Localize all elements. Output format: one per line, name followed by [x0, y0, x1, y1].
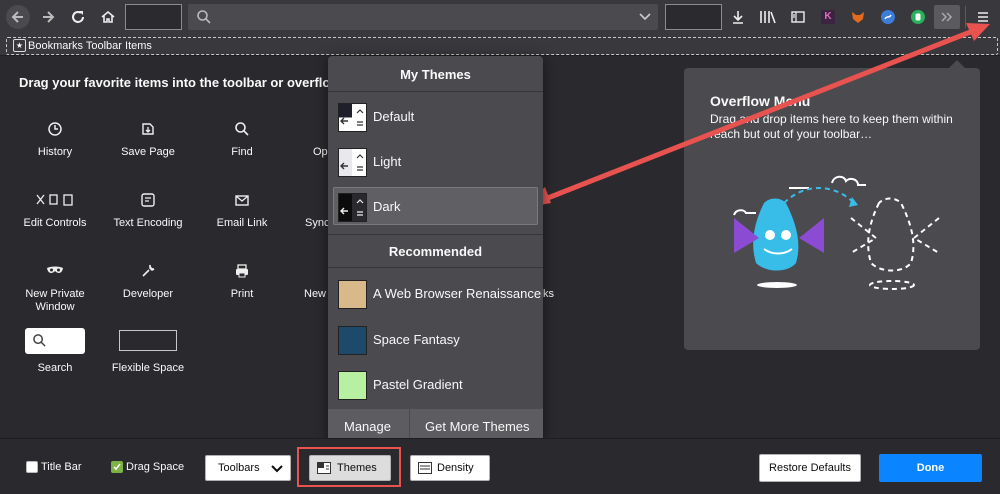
- theme-option-web-browser-renaissance[interactable]: A Web Browser Renaissance: [333, 274, 542, 312]
- theme-option-dark[interactable]: Dark: [333, 187, 538, 225]
- theme-label: Space Fantasy: [373, 332, 460, 347]
- get-more-themes-button[interactable]: Get More Themes: [425, 419, 530, 434]
- title-bar-label: Title Bar: [41, 461, 82, 473]
- done-button[interactable]: Done: [879, 454, 982, 482]
- restore-defaults-label: Restore Defaults: [769, 462, 851, 474]
- drag-space-label: Drag Space: [126, 461, 185, 473]
- space-fantasy-theme-thumbnail: [338, 326, 367, 355]
- theme-label: Pastel Gradient: [373, 377, 463, 392]
- title-bar-checkbox[interactable]: [26, 461, 38, 473]
- drag-space-checkbox[interactable]: [111, 461, 123, 473]
- density-icon: [418, 462, 432, 474]
- themes-panel[interactable]: My Themes Default Light Dark Recommended…: [328, 56, 543, 443]
- theme-option-space-fantasy[interactable]: Space Fantasy: [333, 320, 538, 358]
- dark-theme-thumbnail: [338, 193, 367, 222]
- pastel-gradient-theme-thumbnail: [338, 371, 367, 400]
- default-theme-thumbnail: [338, 103, 367, 132]
- recommended-heading: Recommended: [388, 244, 483, 259]
- theme-option-default[interactable]: Default: [333, 97, 538, 135]
- themes-button[interactable]: Themes: [309, 455, 391, 481]
- themes-button-label: Themes: [337, 462, 377, 474]
- density-button-label: Density: [437, 462, 474, 474]
- themes-divider: [328, 267, 543, 268]
- themes-divider: [328, 234, 543, 235]
- customize-footer: Title Bar Drag Space Toolbars Themes Den…: [0, 438, 1000, 494]
- theme-swatch-icon: [317, 462, 331, 474]
- manage-themes-button[interactable]: Manage: [344, 419, 391, 434]
- theme-label: Default: [373, 109, 415, 124]
- light-theme-thumbnail: [338, 148, 367, 177]
- done-label: Done: [916, 462, 945, 474]
- density-button[interactable]: Density: [410, 455, 490, 481]
- chevron-down-icon: [271, 465, 283, 473]
- renaissance-theme-thumbnail: [338, 280, 367, 309]
- theme-label: A Web Browser Renaissance: [373, 286, 542, 301]
- theme-label: Dark: [373, 199, 401, 214]
- checkmark-icon: [113, 463, 121, 471]
- theme-label: Light: [373, 154, 402, 169]
- toolbars-dropdown[interactable]: Toolbars: [205, 455, 291, 481]
- themes-divider: [328, 91, 543, 92]
- theme-option-pastel-gradient[interactable]: Pastel Gradient: [333, 365, 538, 403]
- toolbars-label: Toolbars: [218, 462, 260, 474]
- my-themes-heading: My Themes: [400, 67, 471, 82]
- theme-option-light[interactable]: Light: [333, 142, 538, 180]
- restore-defaults-button[interactable]: Restore Defaults: [759, 454, 861, 482]
